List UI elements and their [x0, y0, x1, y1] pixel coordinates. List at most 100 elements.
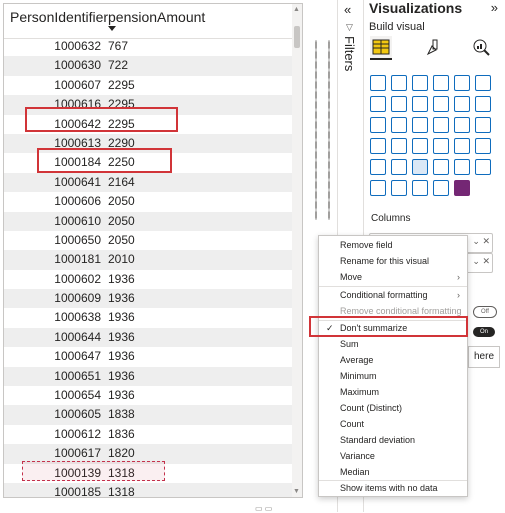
line-clustered-chart-icon[interactable]	[454, 96, 470, 112]
stacked-area-chart-icon[interactable]	[412, 96, 428, 112]
table-row[interactable]: 1000647 1936	[4, 347, 292, 366]
table-row[interactable]: 1000630 722	[4, 56, 292, 76]
table-row[interactable]: 1000610 2050	[4, 211, 292, 231]
table-row[interactable]: 1000181 2010	[4, 250, 292, 270]
table-row[interactable]: 1000644 1936	[4, 327, 292, 348]
menu-item-median[interactable]: Median	[319, 464, 467, 480]
table-row[interactable]: 1000632 767	[4, 37, 292, 56]
menu-item-sum[interactable]: Sum	[319, 336, 467, 352]
columns-well-label: Columns	[371, 213, 411, 224]
vertical-scrollbar[interactable]: ▲ ▼	[292, 4, 302, 497]
matrix-icon[interactable]	[433, 159, 449, 175]
column-header-pensionamount[interactable]: pensionAmount	[108, 9, 205, 25]
cell-pensionamount: 2164	[108, 174, 135, 189]
magnifier-chart-icon	[473, 39, 490, 56]
menu-item-show-items-with-no-data[interactable]: Show items with no data	[319, 480, 467, 496]
toggle-off[interactable]: Off	[473, 306, 497, 318]
analytics-tab[interactable]	[470, 36, 492, 58]
pie-chart-icon[interactable]	[433, 117, 449, 133]
chevron-double-left-icon[interactable]: «	[344, 2, 351, 17]
100-bar-chart-icon[interactable]	[454, 75, 470, 91]
treemap-icon[interactable]	[475, 117, 491, 133]
filled-map-icon[interactable]	[391, 138, 407, 154]
menu-item-remove-field[interactable]: Remove field	[319, 237, 467, 253]
table-icon[interactable]	[412, 159, 428, 175]
canvas-grid-dots	[328, 40, 330, 220]
decomposition-tree-icon[interactable]	[475, 159, 491, 175]
clustered-bar-chart-icon[interactable]	[412, 75, 428, 91]
ribbon-chart-icon[interactable]	[475, 96, 491, 112]
chevron-down-icon[interactable]: ⌄ ✕	[472, 236, 490, 247]
menu-item-conditional-formatting[interactable]: Conditional formatting ›	[319, 287, 467, 303]
kpi-icon[interactable]	[370, 159, 386, 175]
stacked-bar-chart-icon[interactable]	[370, 75, 386, 91]
trophy-icon[interactable]	[412, 180, 428, 196]
cell-personidentifier: 1000650	[54, 232, 101, 247]
menu-item-count[interactable]: Count	[319, 416, 467, 432]
cell-pensionamount: 1936	[108, 271, 135, 286]
key-influencers-icon[interactable]	[454, 159, 470, 175]
area-chart-icon[interactable]	[391, 96, 407, 112]
chevron-down-icon[interactable]: ⌄ ✕	[472, 256, 490, 267]
waterfall-chart-icon[interactable]	[370, 117, 386, 133]
table-row[interactable]: 1000641 2164	[4, 172, 292, 193]
cell-pensionamount: 1936	[108, 310, 135, 325]
table-row[interactable]: 1000605 1838	[4, 405, 292, 425]
cell-pensionamount: 1936	[108, 329, 135, 344]
table-row[interactable]: 1000651 1936	[4, 366, 292, 387]
menu-item-variance[interactable]: Variance	[319, 448, 467, 464]
line-chart-icon[interactable]	[370, 96, 386, 112]
filters-label[interactable]: Filters	[342, 36, 357, 71]
cell-pensionamount: 1838	[108, 407, 135, 422]
table-row[interactable]: 1000185 1318	[4, 482, 292, 497]
add-data-fields-here[interactable]: here	[468, 346, 500, 368]
power-apps-icon[interactable]	[454, 180, 470, 196]
cell-pensionamount: 722	[108, 58, 129, 73]
menu-item-move[interactable]: Move ›	[319, 269, 467, 285]
highlight-box-dont-summarize	[309, 316, 468, 337]
funnel-chart-icon[interactable]	[391, 117, 407, 133]
scroll-down-icon[interactable]: ▼	[293, 488, 300, 495]
sort-descending-icon	[108, 26, 116, 31]
build-visual-label: Build visual	[369, 21, 425, 33]
clustered-column-chart-icon[interactable]	[433, 75, 449, 91]
table-row[interactable]: 1000654 1936	[4, 386, 292, 405]
table-visual[interactable]: PersonIdentifier pensionAmount 1000632 76…	[3, 3, 303, 498]
python-visual-icon[interactable]	[433, 180, 449, 196]
stacked-column-chart-icon[interactable]	[391, 75, 407, 91]
scroll-up-icon[interactable]: ▲	[293, 6, 300, 13]
format-visual-tab[interactable]	[422, 36, 444, 58]
line-column-chart-icon[interactable]	[433, 96, 449, 112]
cell-personidentifier: 1000607	[54, 77, 101, 92]
slicer-icon[interactable]	[391, 159, 407, 175]
toggle-on[interactable]: On	[473, 327, 495, 337]
donut-chart-icon[interactable]	[454, 117, 470, 133]
card-icon[interactable]	[454, 138, 470, 154]
qa-icon[interactable]	[370, 180, 386, 196]
paginated-report-icon[interactable]	[391, 180, 407, 196]
scroll-thumb[interactable]	[294, 26, 300, 48]
100-column-chart-icon[interactable]	[475, 75, 491, 91]
table-row[interactable]: 1000606 2050	[4, 192, 292, 211]
menu-item-average[interactable]: Average	[319, 352, 467, 368]
column-header-personidentifier[interactable]: PersonIdentifier	[10, 9, 108, 25]
menu-item-rename-for-this-visual[interactable]: Rename for this visual	[319, 253, 467, 269]
menu-item-label: Sum	[340, 339, 359, 349]
menu-item-minimum[interactable]: Minimum	[319, 368, 467, 384]
table-row[interactable]: 1000638 1936	[4, 308, 292, 327]
build-visual-tab[interactable]	[370, 36, 392, 60]
table-row[interactable]: 1000602 1936	[4, 270, 292, 289]
multi-row-card-icon[interactable]	[475, 138, 491, 154]
azure-map-icon[interactable]	[412, 138, 428, 154]
menu-item-count-distinct[interactable]: Count (Distinct)	[319, 400, 467, 416]
map-icon[interactable]	[370, 138, 386, 154]
table-row[interactable]: 1000650 2050	[4, 231, 292, 250]
table-row[interactable]: 1000612 1836	[4, 425, 292, 444]
table-row[interactable]: 1000609 1936	[4, 289, 292, 309]
scatter-chart-icon[interactable]	[412, 117, 428, 133]
menu-item-standard-deviation[interactable]: Standard deviation	[319, 432, 467, 448]
table-row[interactable]: 1000607 2295	[4, 76, 292, 95]
menu-item-maximum[interactable]: Maximum	[319, 384, 467, 400]
chevron-double-right-icon[interactable]: »	[491, 0, 498, 15]
gauge-icon[interactable]	[433, 138, 449, 154]
